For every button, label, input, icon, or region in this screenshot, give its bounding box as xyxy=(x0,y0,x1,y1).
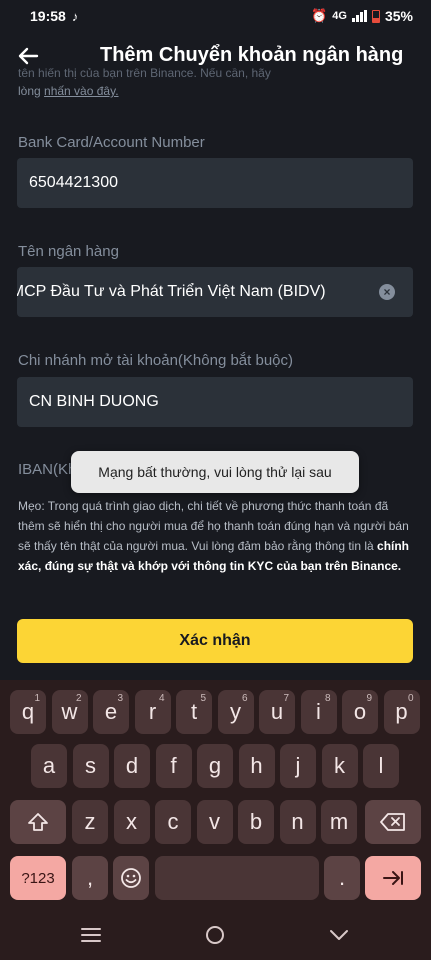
menu-icon[interactable] xyxy=(80,924,102,950)
confirm-button[interactable]: Xác nhận xyxy=(17,619,413,663)
key-hint: 3 xyxy=(117,693,123,704)
key-hint: 4 xyxy=(158,693,165,704)
battery-percent: 35% xyxy=(384,8,413,24)
key-t[interactable]: t5 xyxy=(176,690,212,734)
key-n[interactable]: n xyxy=(279,800,316,844)
key-w[interactable]: w2 xyxy=(51,690,88,734)
space-key[interactable] xyxy=(155,856,319,900)
key-d[interactable]: d xyxy=(114,744,150,788)
key-a[interactable]: a xyxy=(31,744,67,788)
bank-input[interactable]: TMCP Đầu Tư và Phát Triển Việt Nam (BIDV… xyxy=(17,267,413,317)
key-c[interactable]: c xyxy=(155,800,191,844)
shift-icon[interactable] xyxy=(10,800,66,844)
network-type: 4G xyxy=(332,10,347,22)
battery-icon xyxy=(371,9,380,23)
key-y[interactable]: y6 xyxy=(217,690,254,734)
iban-label: IBAN(Không bắt buộc) xyxy=(18,461,78,478)
emoji-icon[interactable] xyxy=(113,856,149,900)
key-b[interactable]: b xyxy=(238,800,274,844)
key-m[interactable]: m xyxy=(321,800,357,844)
key-hint: 9 xyxy=(366,693,372,704)
symbols-key[interactable]: ?123 xyxy=(10,856,66,900)
clear-icon[interactable]: × xyxy=(379,284,395,300)
key-u[interactable]: u7 xyxy=(259,690,295,734)
note-prefix: lòng xyxy=(18,84,45,98)
tip-body: Mẹo: Trong quá trình giao dịch, chi tiết… xyxy=(18,499,409,553)
note-line-1: tên hiển thị của bạn trên Binance. Nếu c… xyxy=(18,68,271,80)
tiktok-icon: ♪ xyxy=(71,8,79,24)
key-f[interactable]: f xyxy=(155,744,192,788)
back-chevron-icon[interactable] xyxy=(328,924,350,950)
backspace-icon[interactable] xyxy=(365,800,421,844)
key-o[interactable]: o9 xyxy=(342,690,378,734)
key-j[interactable]: j xyxy=(280,744,316,788)
account-label: Bank Card/Account Number xyxy=(18,134,205,151)
error-toast: Mạng bất thường, vui lòng thử lại sau xyxy=(71,451,359,493)
key-k[interactable]: k xyxy=(321,744,358,788)
enter-icon[interactable] xyxy=(365,856,421,900)
key-l[interactable]: l xyxy=(363,744,399,788)
note-line-2: lòng nhấn vào đây. xyxy=(18,82,418,100)
key-s[interactable]: s xyxy=(72,744,109,788)
key-comma[interactable]: , xyxy=(72,856,108,900)
account-input[interactable]: 6504421300 xyxy=(17,158,413,208)
key-h[interactable]: h xyxy=(238,744,275,788)
key-v[interactable]: v xyxy=(196,800,233,844)
home-icon[interactable] xyxy=(204,924,226,952)
note-link[interactable]: nhấn vào đây. xyxy=(44,84,119,98)
status-time: 19:58 xyxy=(30,8,66,24)
key-period[interactable]: . xyxy=(324,856,360,900)
key-hint: 2 xyxy=(75,693,82,704)
page-title: Thêm Chuyển khoản ngân hàng xyxy=(100,44,404,66)
key-p[interactable]: p0 xyxy=(383,690,420,734)
alarm-icon: ⏰ xyxy=(311,8,328,23)
navigation-bar xyxy=(0,912,431,960)
branch-input[interactable]: CN BINH DUONG xyxy=(17,377,413,427)
key-q[interactable]: q1 xyxy=(10,690,46,734)
status-bar: 19:58 ♪ ⏰ 4G 35% xyxy=(0,0,431,32)
bank-value: TMCP Đầu Tư và Phát Triển Việt Nam (BIDV… xyxy=(17,283,326,300)
key-i[interactable]: i8 xyxy=(300,690,337,734)
key-hint: 0 xyxy=(407,693,414,704)
key-hint: 8 xyxy=(324,693,331,704)
bank-label: Tên ngân hàng xyxy=(18,243,119,260)
branch-label: Chi nhánh mở tài khoản(Không bắt buộc) xyxy=(18,352,294,369)
key-e[interactable]: e3 xyxy=(93,690,129,734)
key-hint: 1 xyxy=(34,693,40,704)
key-g[interactable]: g xyxy=(197,744,233,788)
key-r[interactable]: r4 xyxy=(134,690,171,734)
key-x[interactable]: x xyxy=(113,800,150,844)
key-hint: 7 xyxy=(283,693,289,704)
key-hint: 6 xyxy=(241,693,248,704)
note-top: tên hiển thị của bạn trên Binance. Nếu c… xyxy=(18,68,418,102)
key-z[interactable]: z xyxy=(72,800,108,844)
key-hint: 5 xyxy=(200,693,206,704)
back-arrow-icon[interactable] xyxy=(14,42,42,70)
signal-icon xyxy=(351,10,367,22)
tip-text: Mẹo: Trong quá trình giao dịch, chi tiết… xyxy=(18,496,414,576)
